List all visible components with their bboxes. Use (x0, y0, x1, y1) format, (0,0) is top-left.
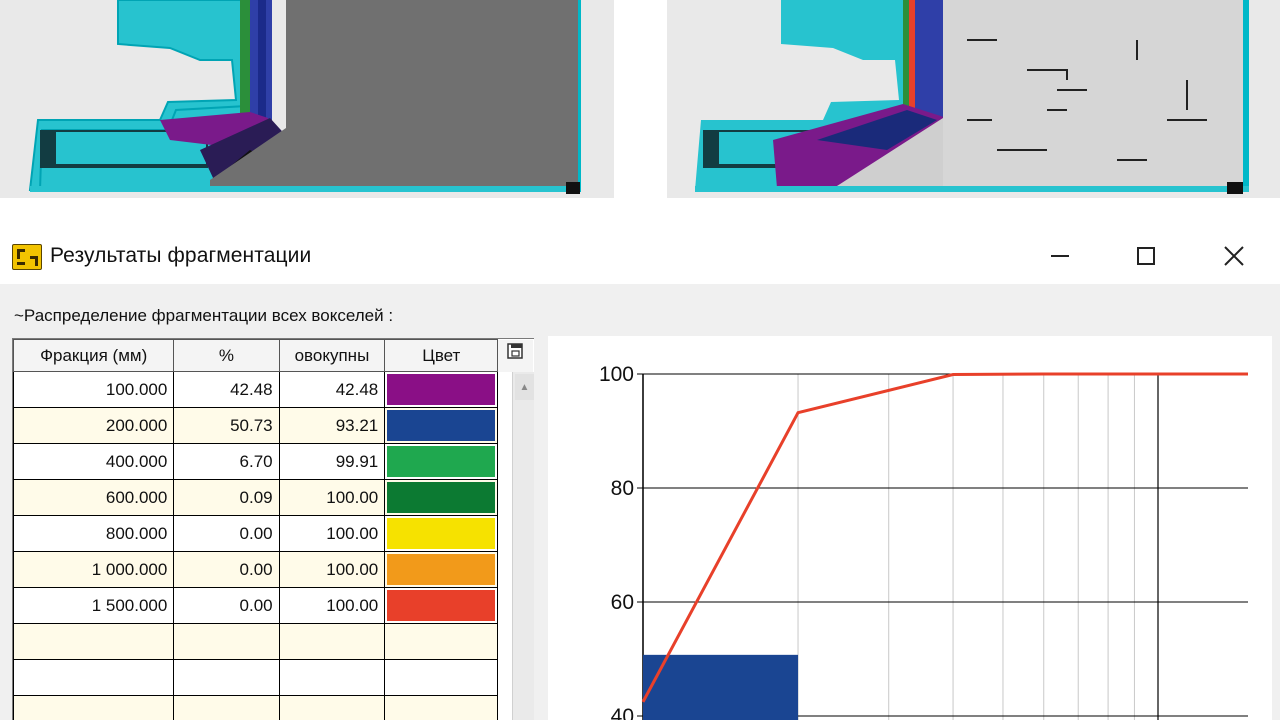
y-tick-label: 40 (611, 705, 634, 720)
cell-cumulative[interactable]: 100.00 (278, 587, 386, 624)
screen: Результаты фрагментации ~Распределение ф… (0, 0, 1280, 720)
y-tick-label: 60 (611, 591, 634, 614)
cell-fraction[interactable] (13, 695, 175, 720)
table-scrollbar[interactable]: ▲ (512, 372, 534, 720)
maximize-icon (1137, 247, 1155, 265)
cell-color[interactable] (384, 623, 499, 660)
cell-color[interactable] (384, 443, 499, 480)
table-row[interactable] (13, 695, 534, 720)
column-header-cumulative[interactable]: овокупны (278, 339, 386, 372)
table-row[interactable]: 800.000 0.00 100.00 (13, 515, 534, 552)
color-swatch (387, 590, 496, 621)
cell-cumulative[interactable] (278, 659, 386, 696)
cell-color[interactable] (384, 659, 499, 696)
cell-cumulative[interactable]: 100.00 (278, 479, 386, 516)
cell-percent[interactable]: 50.73 (173, 407, 280, 444)
cell-color[interactable] (384, 551, 499, 588)
scroll-up-icon[interactable]: ▲ (515, 374, 534, 400)
color-swatch (387, 482, 496, 513)
cell-color[interactable] (384, 407, 499, 444)
chart-svg: 100 80 60 40 (599, 363, 1248, 720)
close-button[interactable] (1204, 238, 1264, 274)
cell-color[interactable] (384, 371, 499, 408)
table-row[interactable]: 1 000.000 0.00 100.00 (13, 551, 534, 588)
table-row[interactable] (13, 623, 534, 660)
table-header-row: Фракция (мм) % овокупны Цвет (13, 339, 534, 372)
color-swatch (387, 410, 496, 441)
table-row[interactable]: 400.000 6.70 99.91 (13, 443, 534, 480)
cell-percent[interactable]: 0.09 (173, 479, 280, 516)
cell-fraction[interactable]: 600.000 (13, 479, 175, 516)
cell-color[interactable] (384, 695, 499, 720)
cell-color[interactable] (384, 515, 499, 552)
fragmentation-results-window: Результаты фрагментации ~Распределение ф… (0, 228, 1280, 720)
column-header-fraction[interactable]: Фракция (мм) (13, 339, 175, 372)
table-row[interactable] (13, 659, 534, 696)
cell-fraction[interactable]: 100.000 (13, 371, 175, 408)
title-bar[interactable]: Результаты фрагментации (0, 228, 1280, 284)
column-header-color[interactable]: Цвет (384, 339, 499, 372)
cell-cumulative[interactable]: 100.00 (278, 551, 386, 588)
cell-percent[interactable]: 0.00 (173, 551, 280, 588)
cell-percent[interactable]: 0.00 (173, 587, 280, 624)
distribution-group-label: ~Распределение фрагментации всех вокселе… (14, 306, 394, 325)
color-swatch (387, 554, 496, 585)
cell-percent[interactable]: 0.00 (173, 515, 280, 552)
cell-cumulative[interactable] (278, 623, 386, 660)
cell-fraction[interactable]: 200.000 (13, 407, 175, 444)
cell-fraction[interactable]: 1 000.000 (13, 551, 175, 588)
maximize-button[interactable] (1116, 238, 1176, 274)
cell-color[interactable] (384, 587, 499, 624)
cell-percent[interactable] (173, 695, 280, 720)
voxel-model-after-image (667, 0, 1280, 198)
fragmentation-chart: 100 80 60 40 (548, 336, 1272, 720)
cell-percent[interactable]: 6.70 (173, 443, 280, 480)
color-swatch (387, 446, 496, 477)
cell-fraction[interactable]: 1 500.000 (13, 587, 175, 624)
color-swatch (387, 518, 496, 549)
cell-percent[interactable] (173, 623, 280, 660)
table-row[interactable]: 100.000 42.48 42.48 (13, 371, 534, 408)
cell-cumulative[interactable] (278, 695, 386, 720)
table-row[interactable]: 200.000 50.73 93.21 (13, 407, 534, 444)
minimize-button[interactable] (1030, 238, 1090, 274)
cell-cumulative[interactable]: 93.21 (278, 407, 386, 444)
app-icon (12, 244, 42, 270)
y-tick-label: 80 (611, 477, 634, 500)
minimize-icon (1051, 255, 1069, 257)
cell-fraction[interactable] (13, 623, 175, 660)
table-options-icon[interactable] (507, 343, 523, 359)
histogram-bar (643, 654, 799, 720)
cell-color[interactable] (384, 479, 499, 516)
window-title: Результаты фрагментации (50, 244, 312, 267)
table-row[interactable]: 1 500.000 0.00 100.00 (13, 587, 534, 624)
voxel-model-before-image (0, 0, 614, 198)
close-icon (1224, 246, 1244, 266)
cumulative-line (641, 372, 1248, 703)
table-row[interactable]: 600.000 0.09 100.00 (13, 479, 534, 516)
cell-percent[interactable] (173, 659, 280, 696)
cell-fraction[interactable] (13, 659, 175, 696)
cell-cumulative[interactable]: 100.00 (278, 515, 386, 552)
cell-percent[interactable]: 42.48 (173, 371, 280, 408)
y-tick-label: 100 (599, 363, 634, 386)
cell-fraction[interactable]: 400.000 (13, 443, 175, 480)
cell-cumulative[interactable]: 42.48 (278, 371, 386, 408)
column-header-percent[interactable]: % (173, 339, 280, 372)
color-swatch (387, 374, 496, 405)
fragmentation-table[interactable]: Фракция (мм) % овокупны Цвет 100.000 42.4… (12, 338, 534, 720)
cell-cumulative[interactable]: 99.91 (278, 443, 386, 480)
cell-fraction[interactable]: 800.000 (13, 515, 175, 552)
